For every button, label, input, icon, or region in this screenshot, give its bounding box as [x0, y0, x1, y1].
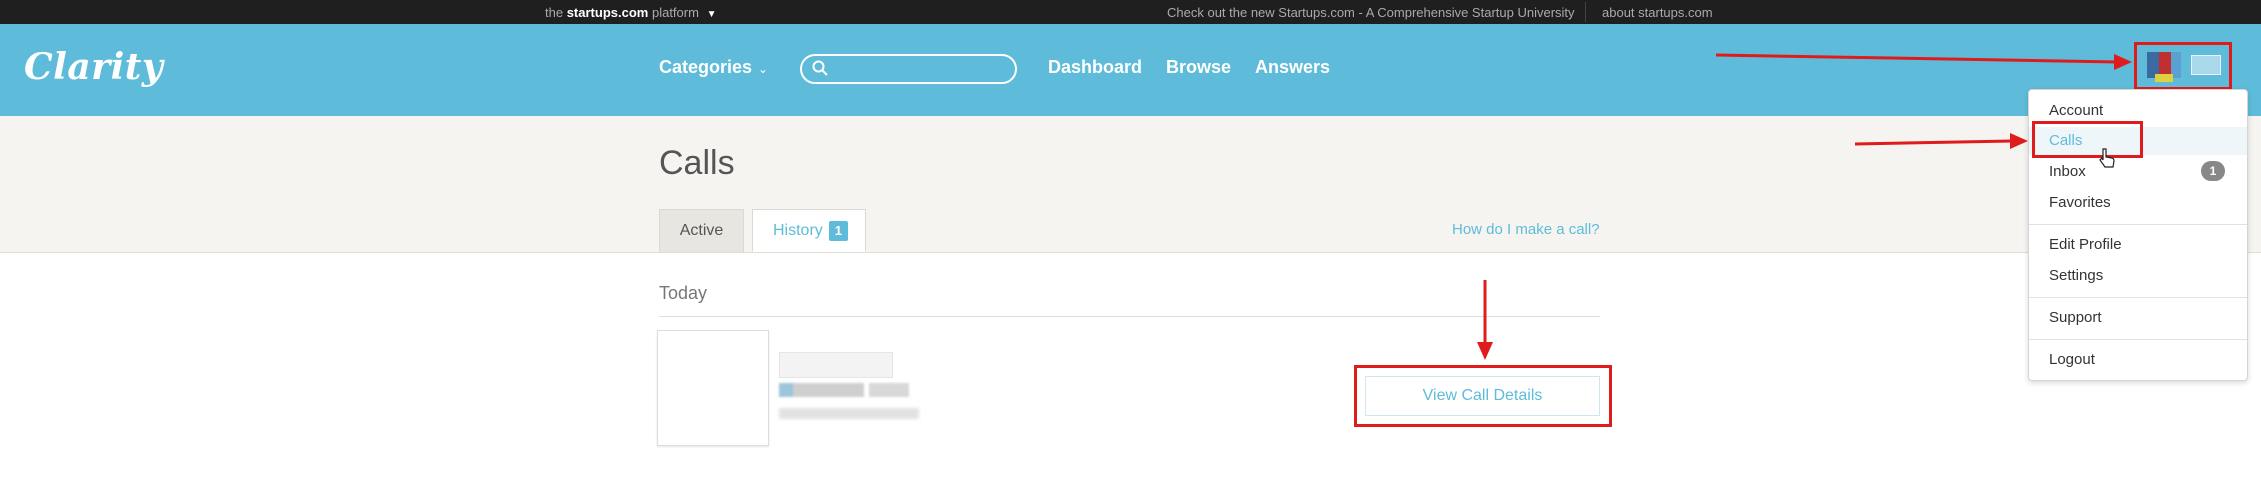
inbox-count-badge: 1: [2201, 161, 2225, 181]
view-call-details-button[interactable]: View Call Details: [1365, 376, 1600, 416]
menu-item-favorites[interactable]: Favorites: [2049, 194, 2111, 211]
clarity-logo[interactable]: Clarity: [24, 46, 163, 88]
main-header: Clarity Categories ⌄ Dashboard Browse Ans…: [0, 24, 2261, 116]
call-participant-avatar[interactable]: [657, 330, 769, 446]
menu-item-settings[interactable]: Settings: [2049, 267, 2103, 284]
call-participant-name-blurred: [779, 352, 893, 378]
user-name-blurred: [2191, 55, 2221, 75]
platform-suffix: platform: [651, 5, 699, 20]
cursor-icon: [2099, 148, 2115, 168]
platform-divider: [1585, 2, 1586, 22]
nav-answers[interactable]: Answers: [1255, 57, 1330, 78]
menu-item-edit-profile[interactable]: Edit Profile: [2049, 236, 2122, 253]
search-input[interactable]: [800, 54, 1017, 84]
page-header: Calls Active History 1 How do I make a ca…: [0, 116, 2261, 253]
tab-history-label: History: [773, 222, 823, 239]
how-to-call-link[interactable]: How do I make a call?: [1452, 221, 1600, 238]
nav-browse[interactable]: Browse: [1166, 57, 1231, 78]
menu-item-support[interactable]: Support: [2049, 309, 2102, 326]
platform-switcher[interactable]: the startups.com platform ▼: [545, 5, 716, 20]
avatar: [2147, 52, 2181, 82]
arrow-icon: [1477, 280, 1493, 360]
tab-active[interactable]: Active: [659, 209, 744, 252]
annotation-box-view-details: View Call Details: [1354, 365, 1612, 427]
section-heading-today: Today: [659, 283, 708, 303]
menu-divider: [2029, 224, 2247, 225]
user-dropdown-menu: Account Calls Inbox 1 Favorites Edit Pro…: [2028, 89, 2248, 381]
page-title: Calls: [659, 144, 735, 182]
categories-label: Categories: [659, 57, 753, 77]
search-icon: [812, 60, 828, 76]
user-menu-trigger[interactable]: [2134, 42, 2232, 90]
menu-item-inbox[interactable]: Inbox: [2049, 163, 2086, 180]
nav-dashboard[interactable]: Dashboard: [1048, 57, 1142, 78]
annotation-box-calls: [2032, 121, 2143, 158]
chevron-down-icon: ▼: [706, 9, 717, 20]
promo-link[interactable]: Check out the new Startups.com - A Compr…: [1167, 5, 1575, 20]
section-divider: [659, 316, 1600, 317]
call-info-blurred: [779, 383, 909, 397]
menu-item-account[interactable]: Account: [2049, 102, 2103, 119]
call-date-blurred: [779, 408, 919, 419]
platform-bar: the startups.com platform ▼ Check out th…: [0, 0, 2261, 24]
history-count-badge: 1: [828, 221, 849, 241]
tab-history[interactable]: History 1: [752, 209, 866, 252]
about-link[interactable]: about startups.com: [1602, 5, 1713, 20]
menu-item-logout[interactable]: Logout: [2049, 351, 2095, 368]
menu-divider: [2029, 339, 2247, 340]
platform-brand: startups.com: [566, 5, 649, 20]
categories-menu[interactable]: Categories ⌄: [659, 57, 768, 78]
platform-prefix: the: [545, 5, 564, 20]
chevron-down-icon: ⌄: [758, 62, 769, 76]
menu-divider: [2029, 297, 2247, 298]
